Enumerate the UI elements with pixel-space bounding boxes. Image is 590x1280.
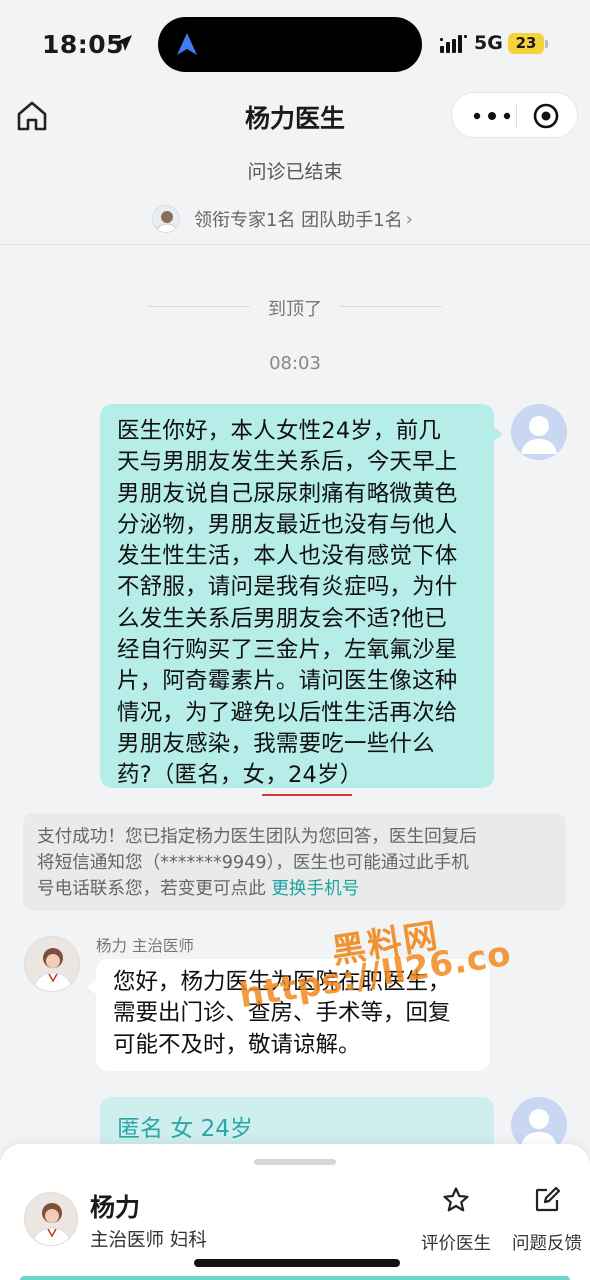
message-line: 发生性生活，本人也没有感觉下体 <box>117 543 458 570</box>
team-summary-link[interactable]: 领衔专家1名 团队助手1名 › <box>152 204 413 234</box>
message-line: 药?（匿名，女，24岁） <box>117 762 363 789</box>
mini-program-capsule <box>451 92 578 138</box>
consult-status: 问诊已结束 <box>247 161 343 183</box>
doctor-label: 杨力 主治医师 <box>96 937 194 955</box>
message-line: 医生你好，本人女性24岁，前几 <box>117 418 442 444</box>
message-line: 天与男朋友发生关系后，今天早上 <box>117 449 458 476</box>
scroll-marker <box>262 794 352 796</box>
location-arrow-icon <box>116 35 132 51</box>
user-placeholder-icon <box>521 416 557 454</box>
close-mini-program-icon[interactable] <box>533 103 559 129</box>
user-avatar[interactable] <box>511 404 567 460</box>
message-line: 男朋友感染，我需要吃一些什么 <box>117 730 435 757</box>
home-indicator[interactable] <box>194 1259 400 1267</box>
doctor-photo-icon <box>31 1203 73 1245</box>
doctor-name: 杨力 <box>90 1193 141 1222</box>
notice-text: 号电话联系您，若变更可点此 <box>37 879 266 899</box>
dynamic-island <box>158 17 422 72</box>
message-line: 片，阿奇霉素片。请问医生像这种 <box>117 668 458 695</box>
chevron-right-icon: › <box>405 208 413 230</box>
rate-doctor-button[interactable]: 评价医生 <box>411 1186 501 1255</box>
battery-tip <box>545 40 548 48</box>
doctor-avatar[interactable] <box>24 936 80 992</box>
team-summary-text: 领衔专家1名 团队助手1名 <box>194 210 403 231</box>
message-line: 经自行购买了三金片，左氧氟沙星 <box>117 637 458 664</box>
navigation-arrow-icon <box>177 33 197 55</box>
battery-indicator: 23 <box>508 33 544 54</box>
clock: 18:05 <box>42 30 125 59</box>
action-bar-edge <box>20 1276 570 1280</box>
header-divider <box>0 244 590 245</box>
capsule-divider <box>516 105 517 127</box>
notice-text: 支付成功！您已指定杨力医生团队为您回答，医生回复后 <box>37 827 477 847</box>
feedback-button[interactable]: 问题反馈 <box>502 1186 590 1255</box>
message-line: 分泌物，男朋友最近也没有与他人 <box>117 511 458 538</box>
rate-doctor-label: 评价医生 <box>421 1234 491 1254</box>
network-type: 5G <box>474 32 503 54</box>
star-icon <box>443 1187 469 1212</box>
message-line: 可能不及时，敬请谅解。 <box>113 1031 361 1058</box>
message-line: 男朋友说自己尿尿刺痛有略微黄色 <box>117 480 458 507</box>
signal-strength-icon <box>440 35 467 53</box>
message-line: 么发生关系后男朋友会不适?他已 <box>117 605 447 632</box>
drag-handle[interactable] <box>254 1159 336 1165</box>
doctor-photo-icon <box>32 948 74 991</box>
change-phone-link[interactable]: 更换手机号 <box>271 879 359 899</box>
notice-text: 将短信通知您（*******9949），医生也可能通过此手机 <box>37 853 469 873</box>
status-bar: 18:05 5G 23 <box>0 0 590 88</box>
doctor-title: 主治医师 妇科 <box>90 1230 207 1251</box>
doctor-avatar[interactable] <box>24 1192 78 1246</box>
user-message-bubble: 医生你好，本人女性24岁，前几 天与男朋友发生关系后，今天早上 男朋友说自己尿尿… <box>100 404 503 789</box>
message-timestamp: 08:03 <box>269 353 321 374</box>
payment-notice: 支付成功！您已指定杨力医生团队为您回答，医生回复后 将短信通知您（*******… <box>23 813 566 911</box>
message-line: 情况，为了避免以后性生活再次给 <box>117 699 458 726</box>
more-options-icon[interactable] <box>472 112 512 120</box>
doctor-avatar-icon <box>155 211 179 232</box>
team-avatar <box>152 205 180 233</box>
feedback-label: 问题反馈 <box>512 1234 582 1254</box>
top-reached-label: 到顶了 <box>250 295 340 321</box>
edit-icon <box>535 1186 561 1212</box>
message-line: 不舒服，请问是我有炎症吗，为什 <box>117 574 458 601</box>
